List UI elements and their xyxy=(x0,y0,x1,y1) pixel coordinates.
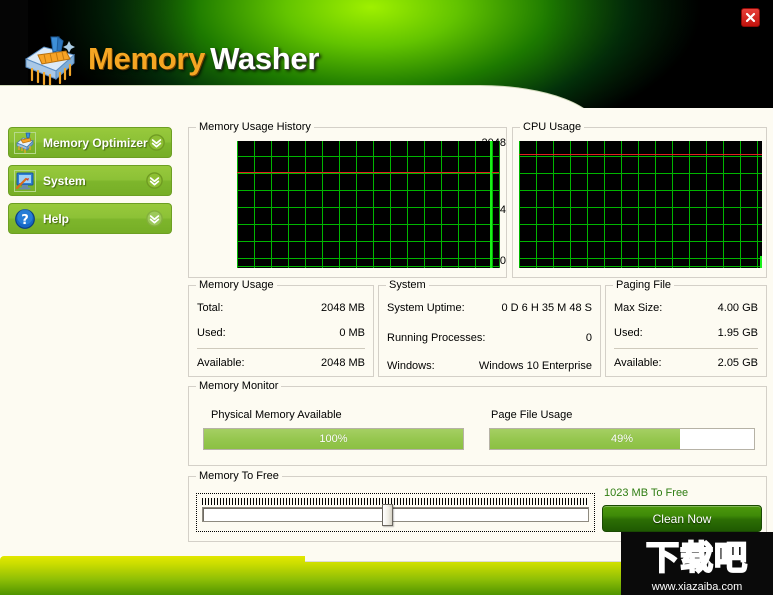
memory-washer-window: Memory Washer Memory Optimizer System ? … xyxy=(0,0,773,595)
row-key: System Uptime: xyxy=(387,302,465,314)
system-panel: System System Uptime: 0 D 6 H 35 M 48 S … xyxy=(378,279,601,377)
row-key: Used: xyxy=(614,327,643,339)
memory-usage-row-used: Used: 0 MB xyxy=(197,326,365,340)
app-title: Memory Washer xyxy=(88,41,319,77)
sidebar-item-help[interactable]: ? Help xyxy=(8,203,172,234)
watermark-chinese-text: 下载吧 xyxy=(645,537,748,578)
system-row-uptime: System Uptime: 0 D 6 H 35 M 48 S xyxy=(387,301,592,315)
memory-usage-row-total: Total: 2048 MB xyxy=(197,301,365,315)
row-value: 4.00 GB xyxy=(717,302,758,314)
paging-file-row-used: Used: 1.95 GB xyxy=(614,326,758,340)
paging-file-divider xyxy=(614,348,758,349)
close-icon xyxy=(745,12,756,23)
paging-file-panel: Paging File Max Size: 4.00 GB Used: 1.95… xyxy=(605,279,767,377)
sidebar-item-label: Memory Optimizer xyxy=(43,135,148,150)
header-curve-sweep xyxy=(0,86,600,120)
memory-history-plot xyxy=(237,141,500,268)
row-value: 0 MB xyxy=(339,327,365,339)
page-file-usage-progressbar: 49% xyxy=(489,428,755,450)
memory-to-free-title: Memory To Free xyxy=(196,470,282,482)
row-value: 0 xyxy=(585,332,592,344)
watermark-url: www.xiazaiba.com xyxy=(651,581,743,593)
row-value: 2048 MB xyxy=(320,357,365,369)
memory-monitor-panel: Memory Monitor Physical Memory Available… xyxy=(188,380,767,466)
sidebar-item-memory-optimizer[interactable]: Memory Optimizer xyxy=(8,127,172,158)
paging-file-row-available: Available: 2.05 GB xyxy=(614,356,758,370)
close-button[interactable] xyxy=(741,8,760,27)
memory-history-cursor-line xyxy=(490,141,492,268)
row-key: Running Processes: xyxy=(387,332,486,344)
row-key: Available: xyxy=(197,357,245,369)
progress-value-text: 49% xyxy=(610,433,634,445)
memory-monitor-title: Memory Monitor xyxy=(196,380,282,392)
system-title: System xyxy=(386,279,429,291)
row-key: Max Size: xyxy=(614,302,663,314)
system-monitor-icon xyxy=(14,169,36,192)
row-value: 1.95 GB xyxy=(717,327,758,339)
sidebar-item-system[interactable]: System xyxy=(8,165,172,196)
cpu-usage-cursor-line xyxy=(760,256,762,268)
sidebar-item-label: Help xyxy=(43,211,70,226)
chevron-double-down-icon[interactable] xyxy=(146,210,163,227)
memory-usage-history-title: Memory Usage History xyxy=(196,121,314,133)
paging-file-title: Paging File xyxy=(613,279,675,291)
memory-usage-panel: Memory Usage Total: 2048 MB Used: 0 MB A… xyxy=(188,279,374,377)
chevron-double-down-icon[interactable] xyxy=(147,134,165,151)
memory-history-threshold-line xyxy=(237,172,500,173)
memory-history-edge-line xyxy=(499,141,500,268)
system-row-processes: Running Processes: 0 xyxy=(387,331,592,345)
cpu-usage-threshold-line xyxy=(519,154,762,155)
app-title-memory: Memory xyxy=(88,41,206,76)
row-key: Available: xyxy=(614,357,662,369)
cpu-usage-panel: CPU Usage xyxy=(512,121,767,278)
row-key: Windows: xyxy=(387,360,435,372)
app-header-banner: Memory Washer xyxy=(0,0,773,120)
row-key: Used: xyxy=(197,327,226,339)
sidebar-item-label: System xyxy=(43,173,86,188)
slider-tick-marks xyxy=(202,498,589,505)
row-key: Total: xyxy=(197,302,224,314)
memory-usage-row-available: Available: 2048 MB xyxy=(197,356,365,370)
memory-to-free-slider[interactable] xyxy=(196,493,595,532)
memory-chip-brush-icon xyxy=(24,36,76,85)
physical-memory-available-label: Physical Memory Available xyxy=(211,409,342,421)
cpu-usage-grid xyxy=(519,141,762,268)
row-value: Windows 10 Enterprise xyxy=(478,360,592,372)
svg-text:?: ? xyxy=(21,213,29,228)
row-value: 2048 MB xyxy=(320,302,365,314)
system-row-windows: Windows: Windows 10 Enterprise xyxy=(387,359,592,373)
slider-thumb[interactable] xyxy=(382,504,394,526)
sidebar: Memory Optimizer System ? Help xyxy=(0,120,182,550)
physical-memory-available-progressbar: 100% xyxy=(203,428,464,450)
row-value: 2.05 GB xyxy=(717,357,758,369)
paging-file-row-max-size: Max Size: 4.00 GB xyxy=(614,301,758,315)
slider-track[interactable] xyxy=(202,507,589,522)
page-file-usage-label: Page File Usage xyxy=(491,409,573,421)
progress-value-text: 100% xyxy=(319,433,348,445)
memory-chip-icon xyxy=(14,131,36,154)
memory-usage-divider xyxy=(197,348,365,349)
app-logo: Memory Washer xyxy=(22,26,332,92)
memory-history-grid xyxy=(237,141,500,268)
row-value: 0 D 6 H 35 M 48 S xyxy=(501,302,593,314)
memory-usage-title: Memory Usage xyxy=(196,279,277,291)
main-content: Memory Usage History 2048 1024 0 CPU Usa… xyxy=(182,118,773,550)
cpu-usage-plot xyxy=(519,141,762,268)
clean-now-button[interactable]: Clean Now xyxy=(602,505,762,532)
memory-to-free-value: 1023 MB To Free xyxy=(604,487,689,499)
watermark-overlay: 下载吧 www.xiazaiba.com xyxy=(621,532,773,595)
memory-usage-history-panel: Memory Usage History 2048 1024 0 xyxy=(188,121,507,278)
question-mark-icon: ? xyxy=(15,208,35,229)
cpu-usage-title: CPU Usage xyxy=(520,121,585,133)
chevron-double-down-icon[interactable] xyxy=(146,172,163,189)
app-title-washer: Washer xyxy=(210,41,320,76)
